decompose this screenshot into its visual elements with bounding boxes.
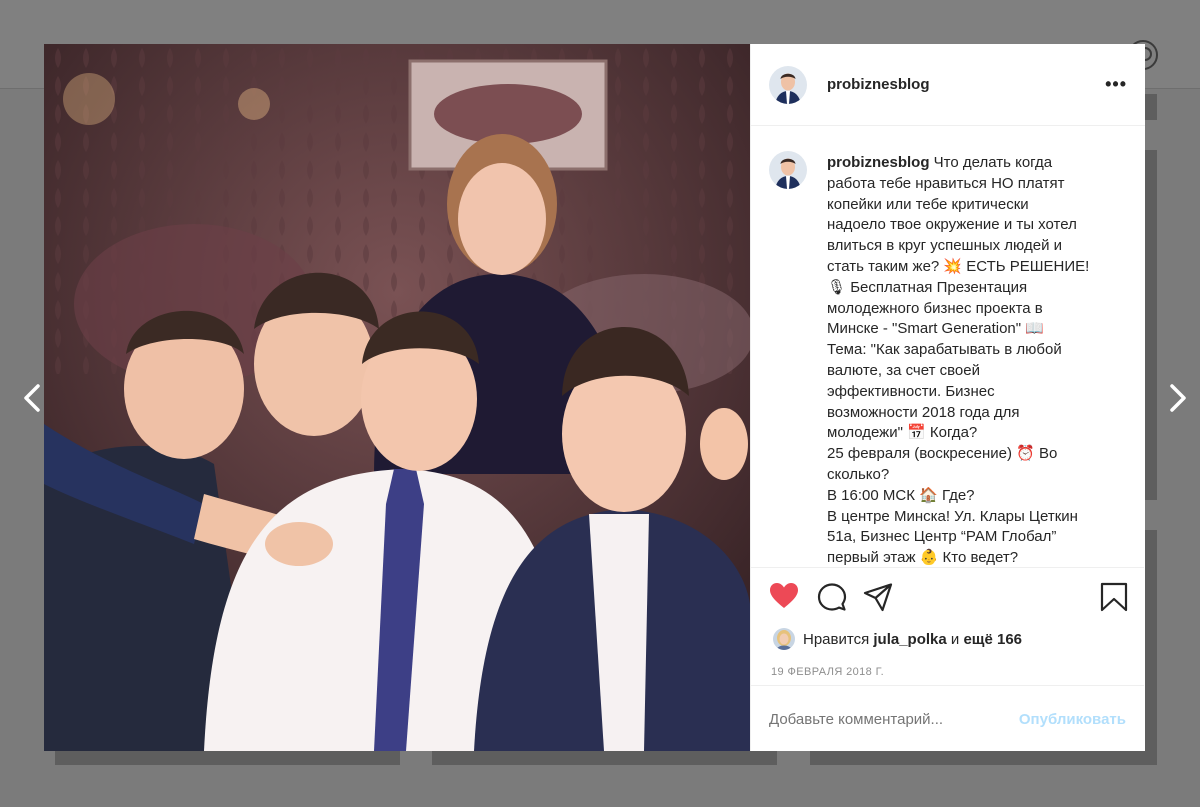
avatar[interactable] — [769, 65, 807, 104]
post-actions: Нравится jula_polka и ещё 166 19 ФЕВРАЛЯ… — [751, 567, 1144, 751]
caption-line: первый этаж 👶 Кто ведет? — [827, 549, 1019, 567]
post-username[interactable]: probiznesblog — [827, 76, 1105, 93]
liker-username[interactable]: jula_polka — [873, 631, 946, 648]
caption-line: Что делать когда — [933, 154, 1053, 171]
comments-area[interactable]: probiznesblog Что делать когда работа те… — [751, 127, 1144, 567]
caption-line: валюте, за счет своей — [827, 361, 980, 379]
bookmark-icon[interactable] — [1100, 582, 1128, 617]
caption-line: 25 февраля (воскресение) ⏰ Во — [827, 445, 1058, 463]
caption-line: копейки или тебе критически — [827, 195, 1029, 213]
avatar[interactable] — [769, 151, 807, 189]
caption-text: probiznesblog Что делать когда работа те… — [827, 153, 1107, 567]
background-tile — [810, 751, 1157, 765]
background-tile — [432, 751, 777, 765]
post-modal: probiznesblog ••• probiznesblog Что дела… — [44, 44, 1145, 751]
caption-line: Тема: "Как зарабатывать в любой — [827, 341, 1062, 359]
caption-line: эффективности. Бизнес — [827, 382, 995, 400]
likes-summary: Нравится jula_polka и ещё 166 — [773, 628, 1022, 650]
caption: probiznesblog Что делать когда работа те… — [769, 151, 1126, 567]
caption-line: молодежи" 📅 Когда? — [827, 424, 978, 442]
caption-line: работа тебе нравиться НО платят — [827, 174, 1065, 192]
likes-prefix: Нравится — [803, 630, 870, 648]
comment-icon[interactable] — [817, 582, 847, 617]
post-header: probiznesblog ••• — [751, 44, 1145, 126]
avatar[interactable] — [773, 628, 795, 650]
caption-line: влиться в круг успешных людей и — [827, 237, 1062, 255]
post-photo[interactable] — [44, 44, 750, 751]
share-icon[interactable] — [863, 582, 893, 617]
likes-count[interactable]: ещё 166 — [963, 631, 1022, 648]
caption-line: Минске - "Smart Generation" 📖 — [827, 320, 1044, 338]
heart-icon[interactable] — [769, 582, 799, 615]
background-tile — [1145, 150, 1157, 500]
next-post-arrow-icon[interactable] — [1164, 380, 1192, 416]
background-tile — [1145, 94, 1157, 120]
comment-form: Опубликовать — [751, 685, 1144, 752]
action-buttons — [769, 582, 1128, 612]
caption-line: стать таким же? 💥 ЕСТЬ РЕШЕНИЕ! — [827, 257, 1090, 275]
caption-line: 51а, Бизнес Центр “РАМ Глобал” — [827, 528, 1057, 546]
caption-line: молодежного бизнес проекта в — [827, 299, 1043, 317]
caption-line: В центре Минска! Ул. Клары Цеткин — [827, 507, 1078, 525]
post-side-panel: probiznesblog ••• probiznesblog Что дела… — [750, 44, 1145, 751]
post-date[interactable]: 19 ФЕВРАЛЯ 2018 Г. — [771, 666, 884, 678]
comment-input[interactable] — [769, 710, 1019, 728]
caption-line: надоело твое окружение и ты хотел — [827, 216, 1077, 234]
caption-line: В 16:00 МСК 🏠 Где? — [827, 486, 975, 504]
background-tile — [1145, 530, 1157, 765]
caption-line: сколько? — [827, 465, 890, 483]
caption-username[interactable]: probiznesblog — [827, 154, 930, 171]
background-tile — [55, 751, 400, 765]
more-options-icon[interactable]: ••• — [1105, 74, 1127, 95]
caption-line: 🎙 Бесплатная Презентация — [827, 278, 1028, 296]
likes-connector: и — [950, 630, 960, 648]
caption-line: возможности 2018 года для — [827, 403, 1020, 421]
prev-post-arrow-icon[interactable] — [18, 380, 46, 416]
publish-button[interactable]: Опубликовать — [1019, 711, 1126, 728]
